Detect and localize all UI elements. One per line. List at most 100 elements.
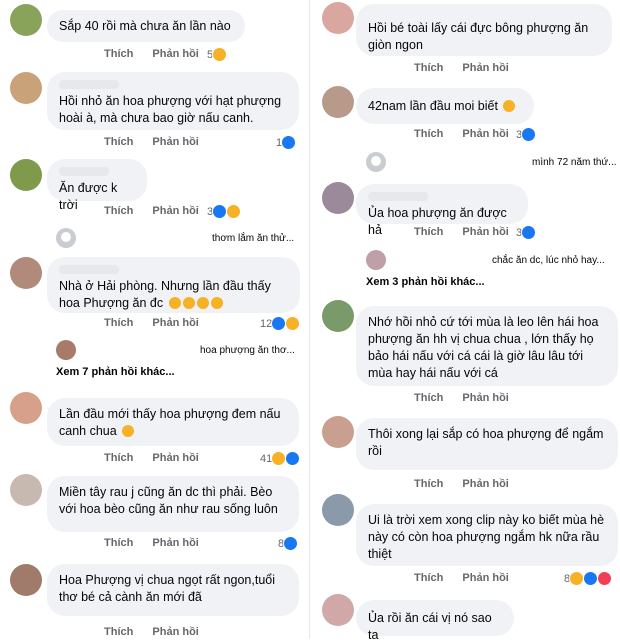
avatar[interactable] [322, 182, 354, 214]
like-reaction-icon [271, 316, 287, 331]
laughing-emoji-icon [182, 297, 195, 309]
reply-link[interactable]: Phản hồi [462, 478, 508, 490]
like-reaction-icon [281, 135, 297, 150]
comment-text: Sắp 40 rồi mà chưa ăn lần nào [59, 19, 231, 33]
avatar[interactable] [322, 416, 354, 448]
comment-actions: Thích Phản hồi [104, 452, 215, 464]
reply-avatar [366, 152, 386, 172]
reply-avatar [56, 228, 76, 248]
like-reaction-icon [583, 571, 599, 586]
haha-reaction-icon [569, 571, 585, 586]
like-reaction-icon [521, 127, 537, 142]
reply-link[interactable]: Phản hồi [462, 392, 508, 404]
reply-preview-text: chắc ăn dc, lúc nhỏ hay... [492, 254, 605, 266]
reply-link[interactable]: Phản hồi [462, 572, 508, 584]
avatar[interactable] [10, 474, 42, 506]
like-reaction-icon [521, 225, 537, 240]
reply-link[interactable]: Phản hồi [152, 626, 198, 638]
like-link[interactable]: Thích [104, 205, 133, 217]
comment-text: Lần đầu mới thấy hoa phượng đem nấu canh… [59, 407, 281, 438]
reaction-count[interactable]: 3 [207, 204, 242, 219]
reaction-count[interactable]: 3 [516, 127, 537, 142]
comment-text: 42nam lần đầu moi biết [368, 99, 498, 113]
comment-bubble: Hồi nhỏ ăn hoa phượng với hạt phượng hoà… [47, 72, 299, 130]
comment-bubble: Ăn được k trời [47, 159, 147, 212]
haha-reaction-icon [212, 47, 228, 62]
laughing-emoji-icon [210, 297, 223, 309]
reaction-count[interactable]: 8 [564, 571, 613, 586]
like-reaction-icon [212, 204, 228, 219]
reaction-count[interactable]: 1 [276, 135, 297, 150]
avatar[interactable] [10, 257, 42, 289]
haha-reaction-icon [271, 451, 287, 466]
comment-actions: Thích Phản hồi [104, 48, 215, 60]
avatar[interactable] [322, 300, 354, 332]
reply-link[interactable]: Phản hồi [462, 62, 508, 74]
reply-preview[interactable]: chắc ăn dc, lúc nhỏ hay... [366, 250, 605, 270]
reply-link[interactable]: Phản hồi [152, 136, 198, 148]
comment-bubble: Ui là trời xem xong clip này ko biết mùa… [356, 504, 618, 566]
reaction-count[interactable]: 41 [260, 451, 301, 466]
comment-actions: Thích Phản hồi [104, 537, 215, 549]
haha-reaction-icon [226, 204, 242, 219]
grinning-emoji-icon [503, 100, 516, 112]
redacted-author-name [59, 167, 109, 176]
reply-preview[interactable]: hoa phượng ăn thơ... [56, 340, 295, 360]
like-link[interactable]: Thích [104, 317, 133, 329]
comment-text: Nhà ở Hải phòng. Nhưng lần đầu thấy hoa … [59, 279, 271, 310]
reply-link[interactable]: Phản hồi [462, 226, 508, 238]
reply-preview[interactable]: mình 72 năm thứ... [366, 152, 617, 172]
comment-text: Thôi xong lại sắp có hoa phượng để ngắm … [368, 427, 604, 458]
like-link[interactable]: Thích [414, 128, 443, 140]
like-link[interactable]: Thích [104, 626, 133, 638]
avatar[interactable] [10, 564, 42, 596]
view-more-replies-link[interactable]: Xem 3 phản hồi khác... [366, 276, 485, 288]
right-comment-column: Hồi bé toài lấy cái đực bông phượng ăn g… [310, 0, 620, 642]
like-link[interactable]: Thích [414, 392, 443, 404]
reply-link[interactable]: Phản hồi [462, 128, 508, 140]
reply-link[interactable]: Phản hồi [152, 452, 198, 464]
reply-link[interactable]: Phản hồi [152, 48, 198, 60]
reaction-count[interactable]: 5 [207, 47, 228, 62]
avatar[interactable] [10, 392, 42, 424]
reply-link[interactable]: Phản hồi [152, 317, 198, 329]
avatar[interactable] [322, 494, 354, 526]
avatar[interactable] [322, 2, 354, 34]
comment-actions: Thích Phản hồi [414, 478, 525, 490]
like-link[interactable]: Thích [414, 62, 443, 74]
comment-text: Hồi bé toài lấy cái đực bông phượng ăn g… [368, 21, 589, 52]
like-link[interactable]: Thích [104, 452, 133, 464]
comment-bubble: Sắp 40 rồi mà chưa ăn lần nào [47, 10, 245, 42]
like-link[interactable]: Thích [414, 226, 443, 238]
comment-text: Miền tây rau j cũng ăn dc thì phải. Bèo … [59, 485, 278, 516]
view-more-replies-link[interactable]: Xem 7 phản hồi khác... [56, 366, 175, 378]
reaction-count[interactable]: 3 [516, 225, 537, 240]
like-link[interactable]: Thích [414, 478, 443, 490]
comment-bubble: Ủa hoa phượng ăn được hả [356, 184, 528, 237]
comment-actions: Thích Phản hồi [414, 226, 525, 238]
laughing-emoji-icon [196, 297, 209, 309]
like-link[interactable]: Thích [414, 572, 443, 584]
reaction-count[interactable]: 12 [260, 316, 301, 331]
avatar[interactable] [322, 594, 354, 626]
comment-bubble: Hồi bé toài lấy cái đực bông phượng ăn g… [356, 4, 612, 56]
avatar[interactable] [10, 4, 42, 36]
comment-actions: Thích Phản hồi [104, 136, 215, 148]
like-link[interactable]: Thích [104, 48, 133, 60]
redacted-author-name [59, 80, 119, 89]
avatar[interactable] [10, 159, 42, 191]
love-reaction-icon [597, 571, 613, 586]
like-reaction-icon [283, 536, 299, 551]
like-link[interactable]: Thích [104, 136, 133, 148]
like-link[interactable]: Thích [104, 537, 133, 549]
reply-link[interactable]: Phản hồi [152, 537, 198, 549]
comment-bubble: Lần đầu mới thấy hoa phượng đem nấu canh… [47, 398, 299, 446]
avatar[interactable] [322, 86, 354, 118]
comment-text: Ui là trời xem xong clip này ko biết mùa… [368, 513, 605, 561]
reply-link[interactable]: Phản hồi [152, 205, 198, 217]
reaction-count[interactable]: 8 [278, 536, 299, 551]
comment-text: Nhớ hồi nhỏ cứ tới mùa là leo lên hái ho… [368, 315, 599, 380]
reply-preview[interactable]: thơm lắm ăn thử... [56, 228, 294, 248]
comment-actions: Thích Phản hồi [104, 317, 215, 329]
avatar[interactable] [10, 72, 42, 104]
